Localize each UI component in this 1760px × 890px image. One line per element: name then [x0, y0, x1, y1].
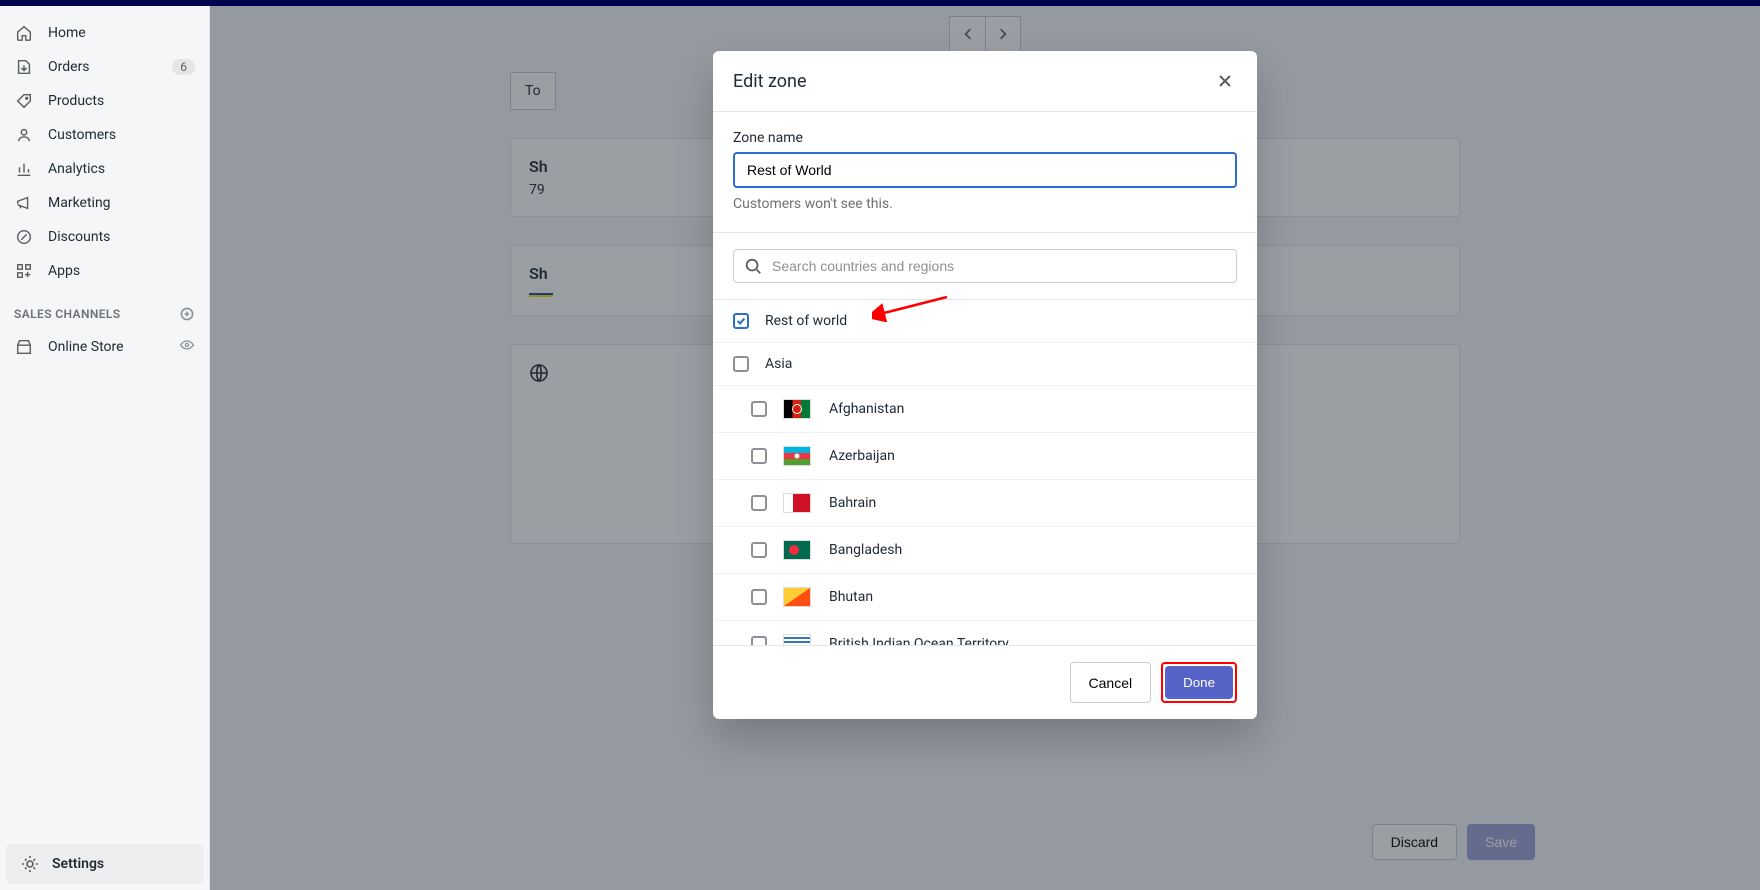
- done-highlight-annotation: Done: [1161, 662, 1237, 703]
- edit-zone-modal: Edit zone Zone name Customers won't see …: [713, 51, 1257, 719]
- checkbox-country[interactable]: [751, 589, 767, 605]
- country-list[interactable]: Rest of world Asia Afghanistan Azerbaija…: [713, 299, 1257, 645]
- nav-marketing[interactable]: Marketing: [0, 186, 209, 220]
- country-name: Bangladesh: [829, 542, 902, 558]
- country-search-input[interactable]: [772, 258, 1226, 274]
- nav-settings[interactable]: Settings: [6, 844, 203, 884]
- country-name: Azerbaijan: [829, 448, 895, 464]
- flag-icon: [783, 493, 811, 513]
- country-row[interactable]: Afghanistan: [713, 386, 1257, 433]
- gear-icon: [20, 854, 40, 874]
- checkbox-country[interactable]: [751, 495, 767, 511]
- flag-icon: [783, 634, 811, 645]
- search-icon: [744, 257, 762, 275]
- discounts-icon: [14, 227, 34, 247]
- analytics-icon: [14, 159, 34, 179]
- country-search[interactable]: [733, 249, 1237, 283]
- zone-name-help: Customers won't see this.: [733, 196, 1237, 212]
- home-icon: [14, 23, 34, 43]
- sales-channels-header: SALES CHANNELS: [0, 288, 209, 330]
- store-icon: [14, 337, 34, 357]
- settings-label: Settings: [52, 856, 104, 872]
- nav-label: Apps: [48, 263, 195, 279]
- nav-home[interactable]: Home: [0, 16, 209, 50]
- country-name: Bhutan: [829, 589, 873, 605]
- products-icon: [14, 91, 34, 111]
- rest-of-world-label: Rest of world: [765, 313, 847, 329]
- country-row[interactable]: Bangladesh: [713, 527, 1257, 574]
- country-row[interactable]: British Indian Ocean Territory: [713, 621, 1257, 645]
- country-name: Afghanistan: [829, 401, 904, 417]
- checkbox-country[interactable]: [751, 401, 767, 417]
- checkbox-asia[interactable]: [733, 356, 749, 372]
- nav-customers[interactable]: Customers: [0, 118, 209, 152]
- orders-badge: 6: [172, 59, 195, 75]
- checkbox-country[interactable]: [751, 636, 767, 645]
- nav-orders[interactable]: Orders 6: [0, 50, 209, 84]
- checkbox-country[interactable]: [751, 448, 767, 464]
- nav-label: Discounts: [48, 229, 195, 245]
- country-name: Bahrain: [829, 495, 876, 511]
- country-row[interactable]: Bahrain: [713, 480, 1257, 527]
- nav-label: Marketing: [48, 195, 195, 211]
- marketing-icon: [14, 193, 34, 213]
- sidebar: Home Orders 6 Products Customers Analyti…: [0, 6, 210, 890]
- checkbox-rest-of-world[interactable]: [733, 313, 749, 329]
- nav-label: Analytics: [48, 161, 195, 177]
- rest-of-world-row[interactable]: Rest of world: [713, 300, 1257, 343]
- continent-asia-row[interactable]: Asia: [713, 343, 1257, 386]
- nav-apps[interactable]: Apps: [0, 254, 209, 288]
- zone-name-input[interactable]: [733, 152, 1237, 188]
- country-row[interactable]: Bhutan: [713, 574, 1257, 621]
- nav-label: Orders: [48, 59, 172, 75]
- orders-icon: [14, 57, 34, 77]
- checkbox-country[interactable]: [751, 542, 767, 558]
- plus-icon[interactable]: [179, 306, 195, 322]
- nav-online-store[interactable]: Online Store: [0, 330, 209, 364]
- country-name: British Indian Ocean Territory: [829, 636, 1009, 645]
- done-button[interactable]: Done: [1165, 666, 1233, 699]
- modal-title: Edit zone: [733, 71, 807, 92]
- nav-label: Products: [48, 93, 195, 109]
- flag-icon: [783, 587, 811, 607]
- cancel-button[interactable]: Cancel: [1070, 662, 1152, 703]
- flag-icon: [783, 540, 811, 560]
- customers-icon: [14, 125, 34, 145]
- nav-discounts[interactable]: Discounts: [0, 220, 209, 254]
- nav-label: Customers: [48, 127, 195, 143]
- eye-icon[interactable]: [179, 337, 195, 357]
- nav-label: Online Store: [48, 339, 179, 355]
- zone-name-label: Zone name: [733, 130, 1237, 146]
- apps-icon: [14, 261, 34, 281]
- flag-icon: [783, 446, 811, 466]
- main-content: To Sh 79 Sh Discard Save Edit zone: [210, 6, 1760, 890]
- nav-products[interactable]: Products: [0, 84, 209, 118]
- asia-label: Asia: [765, 356, 792, 372]
- country-row[interactable]: Azerbaijan: [713, 433, 1257, 480]
- nav-analytics[interactable]: Analytics: [0, 152, 209, 186]
- close-button[interactable]: [1213, 69, 1237, 93]
- sales-channels-label: SALES CHANNELS: [14, 307, 121, 321]
- flag-icon: [783, 399, 811, 419]
- nav-label: Home: [48, 25, 195, 41]
